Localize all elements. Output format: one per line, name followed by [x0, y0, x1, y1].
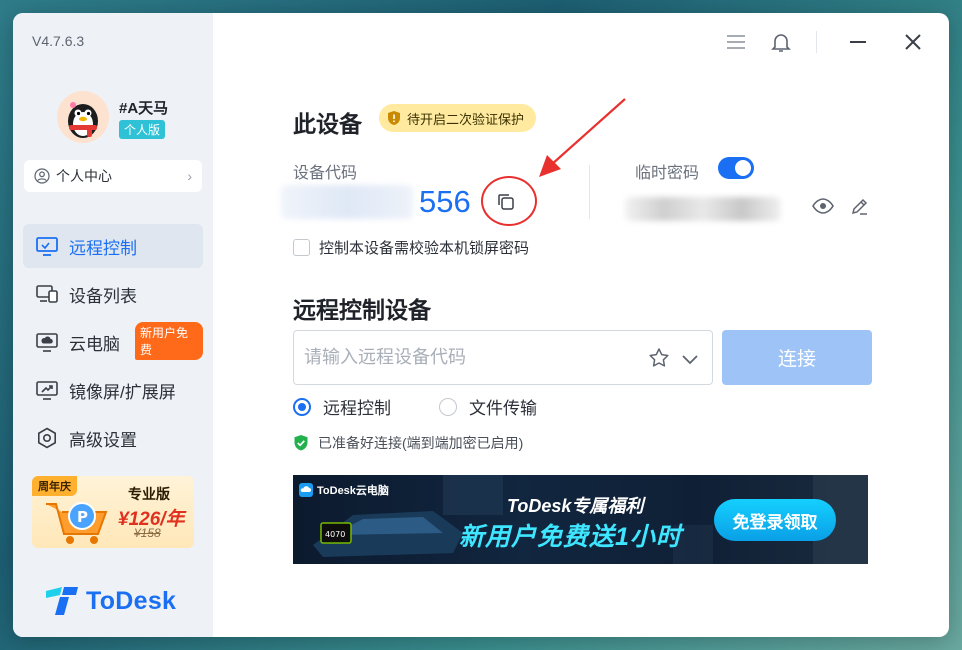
connection-status-text: 已准备好连接(端到端加密已启用) — [318, 435, 524, 451]
promo-original-price: ¥158 — [134, 526, 161, 540]
shield-check-icon — [294, 435, 308, 451]
banner-cta-button[interactable]: 免登录领取 — [714, 499, 836, 541]
sidebar-item-cloud-pc[interactable]: 云电脑 新用户免费 — [23, 320, 203, 364]
temp-password-redacted — [625, 197, 781, 221]
plan-badge: 个人版 — [119, 120, 166, 139]
column-separator — [589, 165, 590, 219]
device-code-value: 556 — [419, 184, 471, 219]
two-factor-badge[interactable]: 待开启二次验证保护 — [379, 104, 537, 132]
devices-icon — [35, 282, 59, 306]
device-code-label: 设备代码 — [293, 165, 358, 182]
penguin-avatar-icon — [57, 91, 109, 143]
mode-label: 文件传输 — [469, 399, 537, 418]
remote-code-input[interactable] — [304, 331, 634, 384]
temp-password-label: 临时密码 — [635, 165, 700, 182]
close-icon[interactable] — [902, 31, 924, 53]
chevron-down-icon[interactable] — [680, 349, 700, 369]
settings-hex-icon — [35, 426, 59, 450]
sidebar: V4.7.6.3 #A天马 个人版 个人中心 › 远程控制 设备列表 云电脑 新… — [13, 13, 213, 637]
cloud-pc-icon — [35, 330, 59, 354]
annotation-arrow-icon — [539, 98, 626, 177]
svg-text:P: P — [77, 508, 88, 526]
remote-control-title: 远程控制设备 — [293, 297, 431, 323]
new-user-free-badge: 新用户免费 — [135, 322, 203, 360]
minimize-icon[interactable] — [847, 31, 869, 53]
temp-password-toggle[interactable] — [718, 157, 754, 179]
personal-center-label: 个人中心 — [56, 168, 112, 184]
topbar-divider — [816, 31, 817, 53]
sidebar-item-mirror-screen[interactable]: 镜像屏/扩展屏 — [23, 368, 203, 412]
mirror-screen-icon — [35, 378, 59, 402]
sidebar-nav: 远程控制 设备列表 云电脑 新用户免费 镜像屏/扩展屏 高级设置 — [23, 224, 203, 464]
lock-screen-checkbox[interactable] — [293, 239, 310, 256]
banner-subtitle: ToDesk专属福利 — [507, 496, 644, 516]
mode-file-transfer[interactable]: 文件传输 — [439, 394, 537, 419]
eye-icon[interactable] — [811, 196, 835, 216]
edit-pencil-icon[interactable] — [850, 196, 870, 216]
mode-remote-control[interactable]: 远程控制 — [293, 394, 391, 419]
mode-file-transfer-radio[interactable] — [439, 397, 457, 416]
mode-remote-control-radio[interactable] — [293, 397, 311, 416]
menu-icon[interactable] — [725, 31, 747, 53]
banner-brand: ToDesk云电脑 — [299, 482, 389, 498]
connection-status: 已准备好连接(端到端加密已启用) — [293, 433, 523, 453]
chevron-right-icon: › — [187, 168, 192, 184]
device-code-redacted — [281, 185, 413, 219]
remote-code-field[interactable] — [293, 330, 713, 385]
two-factor-badge-label: 待开启二次验证保护 — [407, 111, 525, 127]
username: #A天马 — [119, 100, 169, 117]
sidebar-item-label: 高级设置 — [69, 430, 137, 450]
monitor-remote-icon — [35, 234, 59, 258]
todesk-logo-icon — [46, 587, 78, 615]
app-window: V4.7.6.3 #A天马 个人版 个人中心 › 远程控制 设备列表 云电脑 新… — [13, 13, 949, 637]
pro-edition-promo[interactable]: 周年庆 P 专业版 ¥126/年 ¥158 — [32, 476, 194, 548]
sidebar-item-label: 镜像屏/扩展屏 — [69, 382, 176, 402]
banner-brand-text: ToDesk云电脑 — [317, 485, 389, 497]
sidebar-item-device-list[interactable]: 设备列表 — [23, 272, 203, 316]
banner-headline: 新用户免费送1小时 — [459, 523, 682, 551]
cloud-brand-icon — [299, 483, 313, 497]
sidebar-item-remote-control[interactable]: 远程控制 — [23, 224, 203, 268]
shield-warning-icon — [388, 111, 400, 125]
promo-title: 专业版 — [128, 486, 170, 502]
annotation-circle — [481, 176, 537, 226]
main-panel: 此设备 待开启二次验证保护 设备代码 556 临时密码 控制本设备需校验本机锁屏… — [213, 13, 949, 637]
sidebar-item-advanced-settings[interactable]: 高级设置 — [23, 416, 203, 460]
shopping-cart-icon: P — [46, 502, 108, 544]
cloud-pc-banner[interactable]: 4070 ToDesk云电脑 ToDesk专属福利 新用户免费送1小时 免登录领… — [293, 475, 868, 564]
sidebar-item-label: 远程控制 — [69, 238, 137, 258]
todesk-logo: ToDesk — [44, 585, 176, 617]
logo-text: ToDesk — [86, 586, 177, 615]
personal-center-button[interactable]: 个人中心 › — [24, 160, 202, 192]
user-circle-icon — [34, 168, 50, 184]
sidebar-item-label: 云电脑 — [69, 334, 120, 354]
bell-icon[interactable] — [770, 31, 792, 53]
anniversary-tag: 周年庆 — [32, 476, 77, 496]
mode-label: 远程控制 — [323, 399, 391, 418]
version-label: V4.7.6.3 — [32, 33, 85, 49]
star-icon[interactable] — [648, 347, 670, 369]
lock-screen-check-label: 控制本设备需校验本机锁屏密码 — [319, 240, 530, 257]
sidebar-item-label: 设备列表 — [69, 286, 137, 306]
avatar[interactable] — [57, 91, 109, 143]
connect-button[interactable]: 连接 — [722, 330, 872, 385]
svg-text:4070: 4070 — [325, 530, 345, 539]
this-device-title: 此设备 — [293, 111, 362, 137]
lock-screen-check-row[interactable]: 控制本设备需校验本机锁屏密码 — [293, 237, 529, 258]
